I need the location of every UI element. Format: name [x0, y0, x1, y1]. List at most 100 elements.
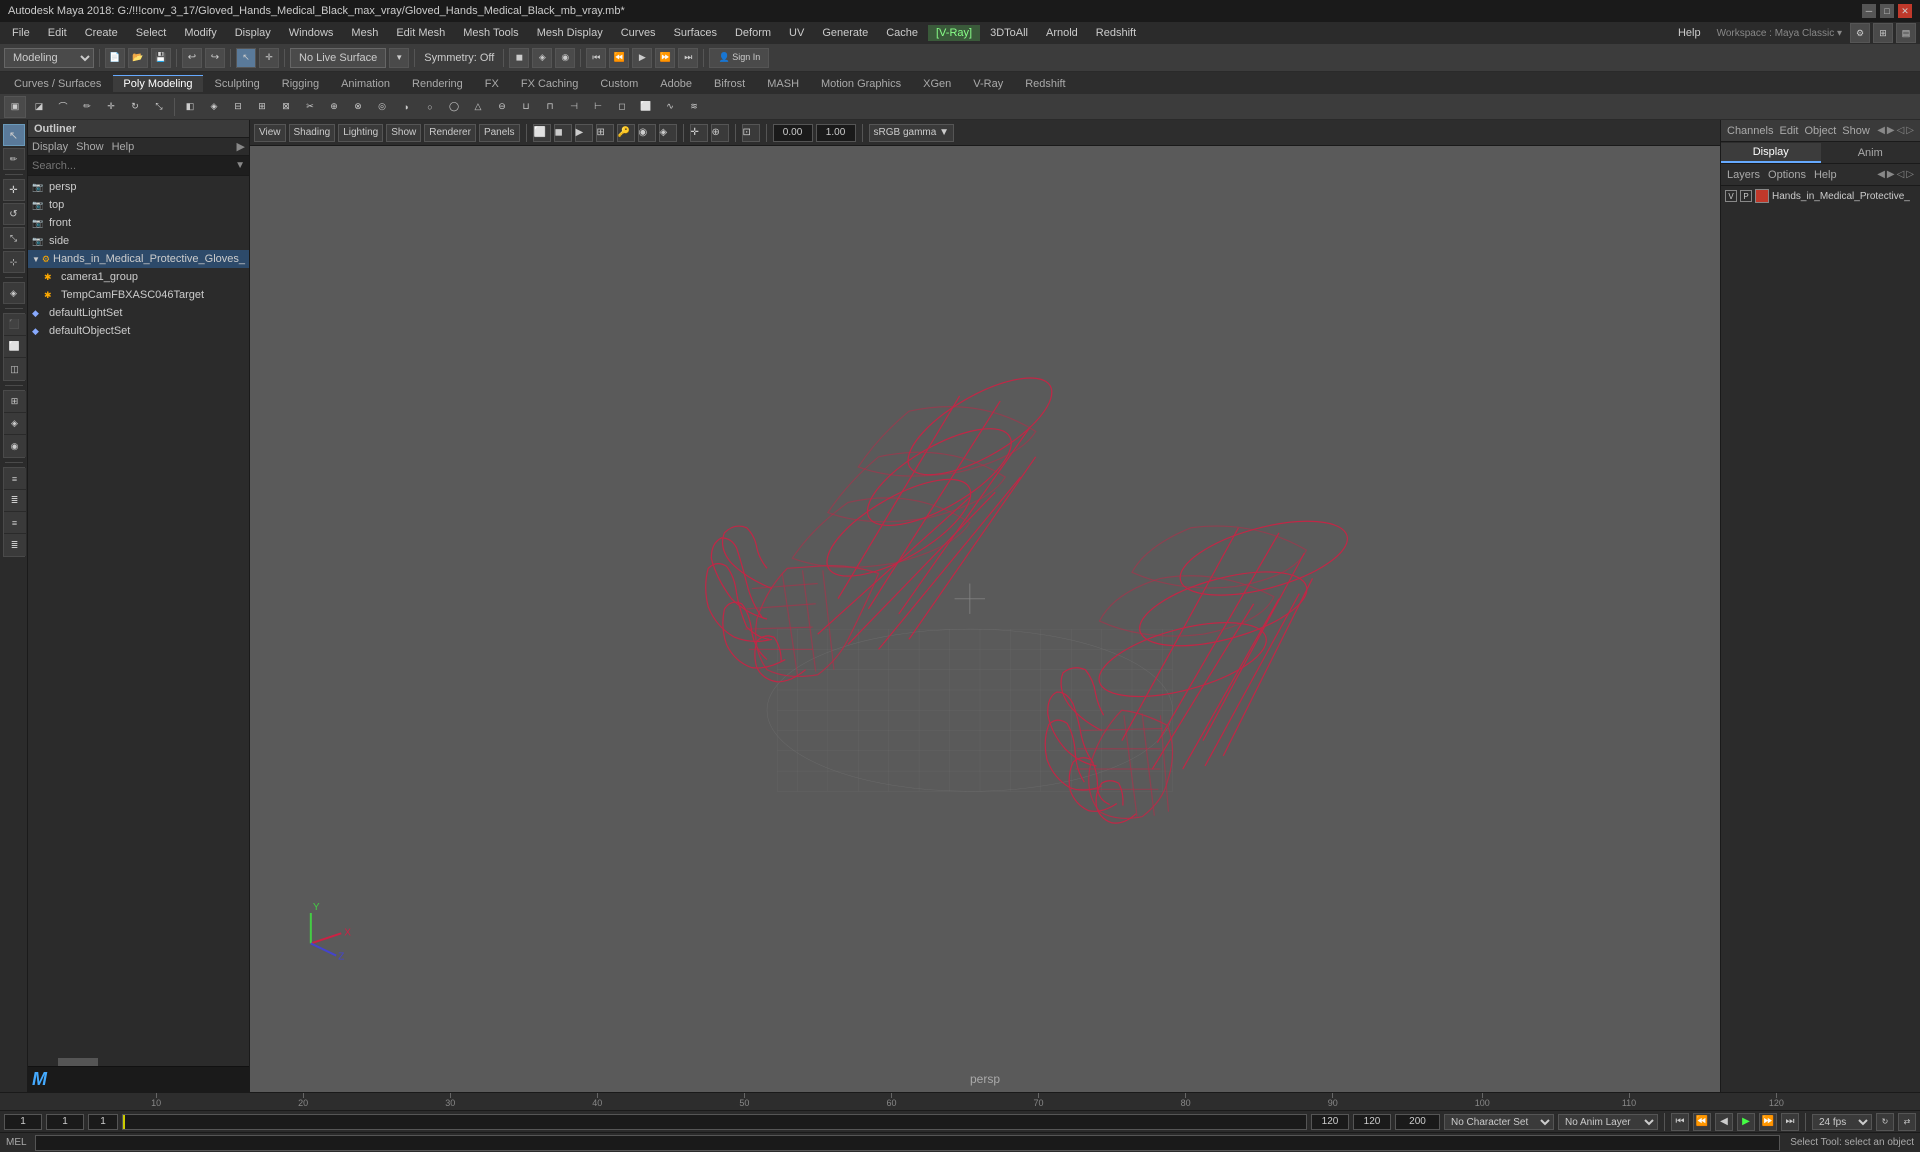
outliner-show-menu[interactable]: Show	[76, 141, 104, 153]
timeline-ruler[interactable]: 102030405060708090100110120	[0, 1093, 1920, 1111]
menu-3dtoall[interactable]: 3DToAll	[982, 25, 1036, 41]
tab-curves-surfaces[interactable]: Curves / Surfaces	[4, 75, 111, 92]
menu-windows[interactable]: Windows	[281, 25, 342, 41]
menu-file[interactable]: File	[4, 25, 38, 41]
quad-draw-icon[interactable]: ⬜	[635, 96, 657, 118]
fill-hole-icon[interactable]: ◻	[611, 96, 633, 118]
select-tool-btn[interactable]: ↖	[236, 48, 256, 68]
textured-btn[interactable]: ◉	[4, 435, 26, 457]
module-selector[interactable]: Modeling	[4, 48, 94, 68]
save-file-btn[interactable]: 💾	[151, 48, 171, 68]
render-icon2[interactable]: ◈	[532, 48, 552, 68]
rotate-tool[interactable]: ↺	[3, 203, 25, 225]
outliner-search-input[interactable]	[32, 160, 182, 172]
tree-item-top[interactable]: 📷 top	[28, 196, 249, 214]
anim-btn1[interactable]: ⏮	[586, 48, 606, 68]
close-button[interactable]: ✕	[1898, 4, 1912, 18]
paint-select[interactable]: ✏	[76, 96, 98, 118]
vp-x-input[interactable]	[773, 124, 813, 142]
settings-icon[interactable]: ⚙	[1850, 23, 1870, 43]
tab-custom[interactable]: Custom	[590, 75, 648, 92]
ch-channels-menu[interactable]: Channels	[1727, 125, 1773, 137]
tree-item-tempcam[interactable]: ✱ TempCamFBXASC046Target	[28, 286, 249, 304]
tree-item-hands-group[interactable]: ▼ ⚙ Hands_in_Medical_Protective_Gloves_	[28, 250, 249, 268]
insert-loop-icon[interactable]: ⊞	[251, 96, 273, 118]
layer-p-check[interactable]: P	[1740, 190, 1752, 202]
character-set-select[interactable]: No Character Set	[1444, 1114, 1554, 1130]
ch-edit-menu[interactable]: Edit	[1779, 125, 1798, 137]
bevel-icon[interactable]: ◈	[203, 96, 225, 118]
select-mode-obj[interactable]: ▣	[4, 96, 26, 118]
go-start-btn[interactable]: ⏮	[1671, 1113, 1689, 1131]
mirror-icon[interactable]: ⊣	[563, 96, 585, 118]
ch-tab-anim[interactable]: Anim	[1821, 144, 1920, 162]
layer-icon2[interactable]: ▶	[1887, 169, 1895, 180]
menu-vray[interactable]: [V-Ray]	[928, 25, 980, 41]
tab-bifrost[interactable]: Bifrost	[704, 75, 755, 92]
move-icon[interactable]: ✛	[100, 96, 122, 118]
connect-icon[interactable]: ⊗	[347, 96, 369, 118]
help-menu-layers[interactable]: Help	[1814, 169, 1837, 181]
snap-tool[interactable]: ◈	[3, 282, 25, 304]
tab-rendering[interactable]: Rendering	[402, 75, 473, 92]
poke-icon[interactable]: ◎	[371, 96, 393, 118]
boolean-icon[interactable]: ⊖	[491, 96, 513, 118]
iso-view[interactable]: ◫	[4, 358, 26, 380]
layer-entry-hands[interactable]: V P Hands_in_Medical_Protective_	[1721, 186, 1920, 206]
render-icon1[interactable]: ◼	[509, 48, 529, 68]
tab-xgen[interactable]: XGen	[913, 75, 961, 92]
new-file-btn[interactable]: 📄	[105, 48, 125, 68]
tab-sculpting[interactable]: Sculpting	[205, 75, 270, 92]
layer-icon3[interactable]: ◁	[1897, 169, 1905, 180]
ch-tab-display[interactable]: Display	[1721, 143, 1821, 163]
go-end-btn[interactable]: ⏭	[1781, 1113, 1799, 1131]
timeline-bar[interactable]	[122, 1114, 1307, 1130]
menu-edit[interactable]: Edit	[40, 25, 75, 41]
prev-frame-btn[interactable]: ⏪	[1693, 1113, 1711, 1131]
menu-mesh-tools[interactable]: Mesh Tools	[455, 25, 526, 41]
combine-icon[interactable]: ⊔	[515, 96, 537, 118]
tree-item-objectset[interactable]: ◆ defaultObjectSet	[28, 322, 249, 340]
render-icon3[interactable]: ◉	[555, 48, 575, 68]
vp-y-input[interactable]	[816, 124, 856, 142]
menu-display[interactable]: Display	[227, 25, 279, 41]
tab-mash[interactable]: MASH	[757, 75, 809, 92]
options-menu[interactable]: Options	[1768, 169, 1806, 181]
ch-show-menu[interactable]: Show	[1842, 125, 1870, 137]
anim-btn4[interactable]: ⏩	[655, 48, 675, 68]
menu-generate[interactable]: Generate	[814, 25, 876, 41]
smooth-icon[interactable]: ◯	[443, 96, 465, 118]
tree-item-side[interactable]: 📷 side	[28, 232, 249, 250]
loop-btn[interactable]: ↻	[1876, 1113, 1894, 1131]
vp-shading-menu[interactable]: Shading	[289, 124, 336, 142]
tree-item-front[interactable]: 📷 front	[28, 214, 249, 232]
scale-icon[interactable]: ⤡	[148, 96, 170, 118]
crease-icon[interactable]: ∿	[659, 96, 681, 118]
select-mode-comp[interactable]: ◪	[28, 96, 50, 118]
transform-tool[interactable]: ⊹	[3, 251, 25, 273]
no-live-surface-btn[interactable]: No Live Surface	[290, 48, 386, 68]
play-back-btn[interactable]: ◀	[1715, 1113, 1733, 1131]
tree-item-lightset[interactable]: ◆ defaultLightSet	[28, 304, 249, 322]
menu-mesh-display[interactable]: Mesh Display	[529, 25, 611, 41]
ch-icon2[interactable]: ▶	[1887, 125, 1895, 136]
ch-object-menu[interactable]: Object	[1804, 125, 1836, 137]
vp-isolate[interactable]: ◉	[638, 124, 656, 142]
menu-redshift[interactable]: Redshift	[1088, 25, 1144, 41]
tab-redshift[interactable]: Redshift	[1015, 75, 1075, 92]
separate-icon[interactable]: ⊓	[539, 96, 561, 118]
scale-tool[interactable]: ⤡	[3, 227, 25, 249]
vp-key[interactable]: 🔑	[617, 124, 635, 142]
tree-item-camera-group[interactable]: ✱ camera1_group	[28, 268, 249, 286]
ortho-view[interactable]: ⬜	[4, 336, 26, 358]
layers-menu[interactable]: Layers	[1727, 169, 1760, 181]
vp-show-menu[interactable]: Show	[386, 124, 421, 142]
frame-end-input[interactable]	[1353, 1114, 1391, 1130]
menu-mesh[interactable]: Mesh	[343, 25, 386, 41]
open-file-btn[interactable]: 📂	[128, 48, 148, 68]
vp-panels-menu[interactable]: Panels	[479, 124, 520, 142]
layer-icon4[interactable]: ▷	[1906, 169, 1914, 180]
menu-surfaces[interactable]: Surfaces	[666, 25, 725, 41]
tab-fx-caching[interactable]: FX Caching	[511, 75, 588, 92]
vp-transform-icon[interactable]: ✛	[690, 124, 708, 142]
